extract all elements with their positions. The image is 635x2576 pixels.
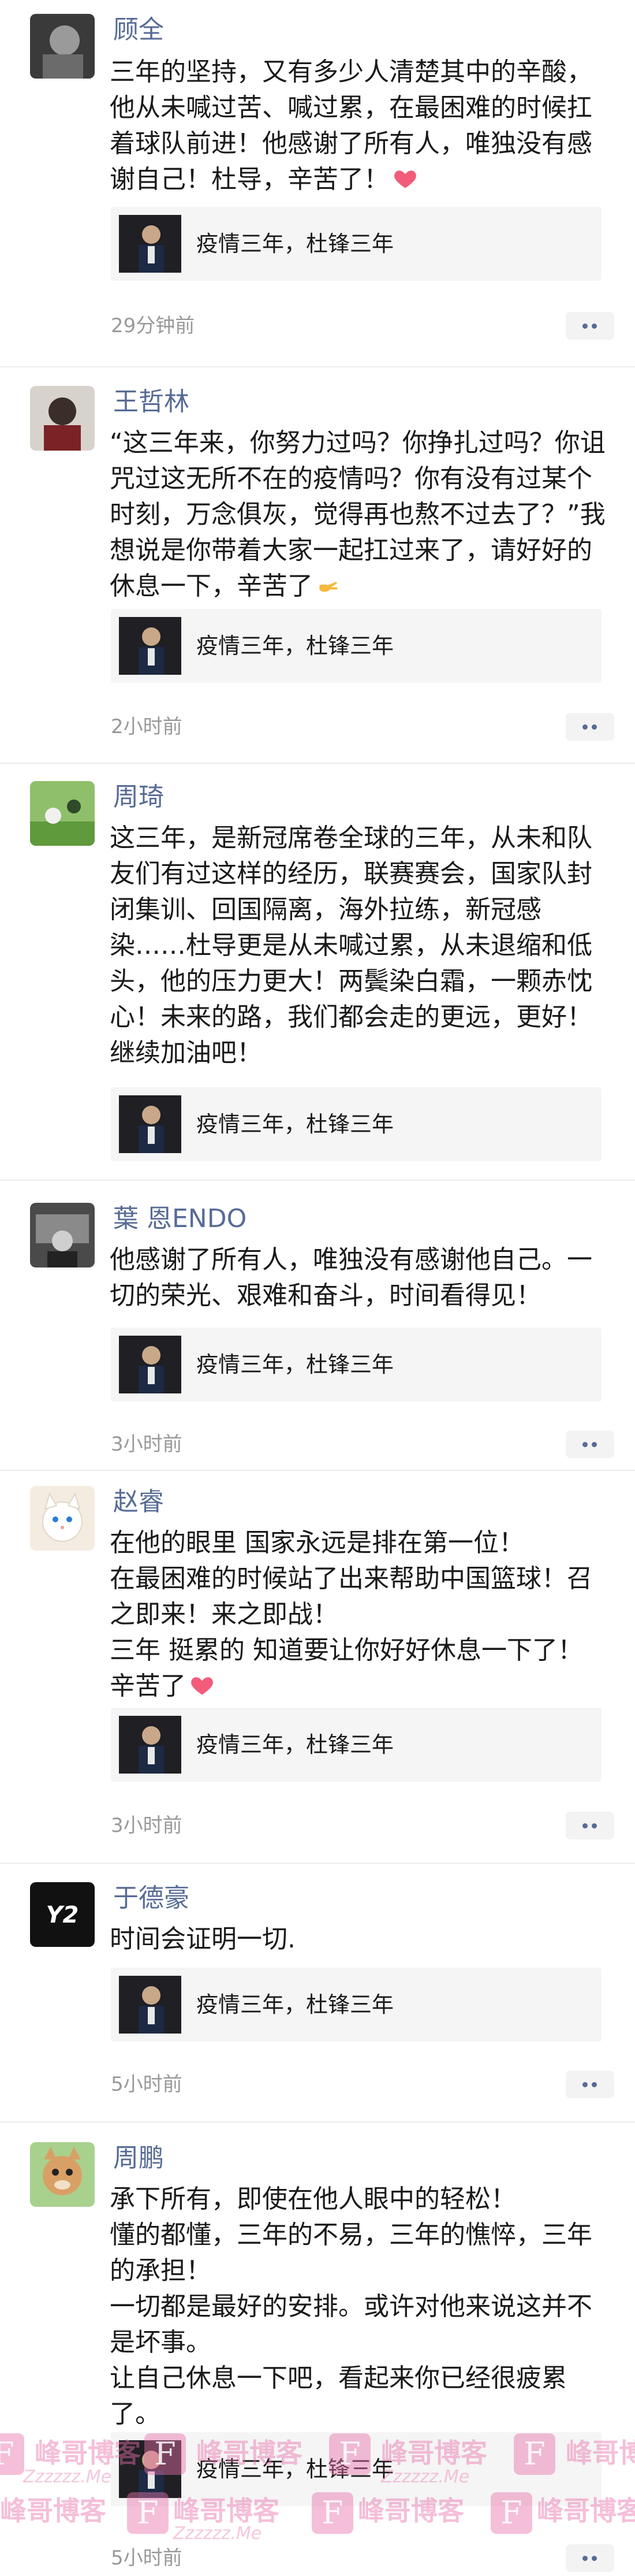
dot-icon [592,324,597,329]
heart-icon [191,1677,213,1695]
dot-icon [592,2556,597,2561]
comment-time: 3小时前 [111,1433,182,1456]
article-thumbnail [119,215,181,273]
avatar[interactable] [30,386,95,451]
article-thumbnail [119,1095,181,1153]
comment-text: 他感谢了所有人，唯独没有感谢他自己。一切的荣光、艰难和奋斗，时间看得见！ [110,1242,606,1314]
dot-icon [592,1823,597,1828]
comment-time: 5小时前 [111,2073,182,2096]
watermark-text: 峰哥博客 [0,2495,106,2526]
comment-text-content: 时间会证明一切. [110,1924,296,1954]
divider [0,1863,635,1864]
divider [0,2121,635,2122]
more-button[interactable] [566,2544,614,2572]
avatar[interactable] [30,781,95,846]
avatar[interactable] [30,1486,95,1551]
comment-text: 这三年，是新冠席卷全球的三年，从未和队友们有过这样的经历，联赛赛会，国家队封闭集… [110,820,606,1071]
shared-article-card[interactable]: 疫情三年，杜锋三年 [111,1328,602,1402]
shared-article-card[interactable]: 疫情三年，杜锋三年 [111,207,602,281]
article-title: 疫情三年，杜锋三年 [196,231,394,257]
more-button[interactable] [566,1812,614,1839]
shared-article-card[interactable]: 疫情三年，杜锋三年 [111,1087,602,1161]
article-thumbnail [119,1336,181,1393]
svg-text:Y2: Y2 [46,1902,79,1928]
more-button[interactable] [566,1430,614,1458]
comment-time: 5小时前 [111,2547,182,2570]
watermark-sub: Zzzzzz.Me [173,2523,262,2544]
article-title: 疫情三年，杜锋三年 [196,1992,394,2017]
dot-icon [592,2082,597,2087]
article-thumbnail [119,2440,181,2498]
comment-text: “这三年来，你努力过吗？你挣扎过吗？你诅咒过这无所不在的疫情吗？你有没有过某个时… [110,425,606,604]
dot-icon [582,1823,588,1828]
dot-icon [582,324,588,329]
watermark-sub: Zzzzzz.Me [23,2467,112,2487]
more-button[interactable] [566,713,614,741]
article-thumbnail [119,1976,181,2034]
dot-icon [582,1442,588,1447]
shared-article-card[interactable]: 疫情三年，杜锋三年 [111,1708,602,1782]
article-title: 疫情三年，杜锋三年 [196,1352,394,1377]
divider [0,763,635,764]
avatar[interactable]: Y2 [30,1882,95,1947]
comment-text-content: 在他的眼里 国家永远是排在第一位！ 在最困难的时候站了出来帮助中国篮球！召之即来… [110,1528,592,1701]
shared-article-card[interactable]: 疫情三年，杜锋三年 [111,1968,602,2042]
comment-text-content: 承下所有，即使在他人眼中的轻松！ 懂的都懂，三年的不易，三年的憔悴，三年的承担！… [110,2184,592,2429]
article-thumbnail [119,1716,181,1774]
commenter-name[interactable]: 于德豪 [113,1882,189,1915]
shared-article-card[interactable]: 疫情三年，杜锋三年 [111,2432,602,2506]
commenter-name[interactable]: 顾全 [113,14,164,46]
dot-icon [582,2556,588,2561]
avatar[interactable] [30,14,95,79]
comment-time: 3小时前 [111,1814,182,1837]
comment-text-content: “这三年来，你努力过吗？你挣扎过吗？你诅咒过这无所不在的疫情吗？你有没有过某个时… [110,428,606,601]
more-button[interactable] [566,312,614,340]
comment-text-content: 他感谢了所有人，唯独没有感谢他自己。一切的荣光、艰难和奋斗，时间看得见！ [110,1245,592,1310]
avatar[interactable] [30,2142,95,2207]
article-title: 疫情三年，杜锋三年 [196,2456,394,2482]
dot-icon [582,724,588,730]
comment-text: 三年的坚持，又有多少人清楚其中的辛酸，他从未喊过苦、喊过累，在最困难的时候扛着球… [110,54,606,198]
hand-icon [319,582,338,592]
article-thumbnail [119,617,181,675]
dot-icon [582,2082,588,2087]
comment-text: 承下所有，即使在他人眼中的轻松！ 懂的都懂，三年的不易，三年的憔悴，三年的承担！… [110,2181,606,2432]
comment-text: 时间会证明一切. [110,1921,606,1957]
heart-icon [394,170,416,188]
comment-feed: 顾全 三年的坚持，又有多少人清楚其中的辛酸，他从未喊过苦、喊过累，在最困难的时候… [0,0,635,2576]
watermark-logo: F [0,2433,24,2475]
commenter-name[interactable]: 王哲林 [113,386,189,418]
divider [0,366,635,367]
comment-text-content: 三年的坚持，又有多少人清楚其中的辛酸，他从未喊过苦、喊过累，在最困难的时候扛着球… [110,57,592,194]
divider [0,1180,635,1181]
comment-text: 在他的眼里 国家永远是排在第一位！ 在最困难的时候站了出来帮助中国篮球！召之即来… [110,1525,606,1704]
commenter-name[interactable]: 赵睿 [113,1486,164,1518]
article-title: 疫情三年，杜锋三年 [196,1732,394,1757]
commenter-name[interactable]: 周鹏 [113,2142,164,2174]
article-title: 疫情三年，杜锋三年 [196,1112,394,1137]
comment-text-content: 这三年，是新冠席卷全球的三年，从未和队友们有过这样的经历，联赛赛会，国家队封闭集… [110,823,592,1068]
shared-article-card[interactable]: 疫情三年，杜锋三年 [111,609,602,683]
comment-time: 2小时前 [111,715,182,738]
avatar[interactable] [30,1203,95,1267]
more-button[interactable] [566,2071,614,2098]
divider [0,1470,635,1471]
article-title: 疫情三年，杜锋三年 [196,633,394,659]
commenter-name[interactable]: 葉 恩ENDO [113,1203,246,1235]
commenter-name[interactable]: 周琦 [113,781,164,813]
comment-time: 29分钟前 [111,314,195,337]
dot-icon [592,724,597,730]
dot-icon [592,1442,597,1447]
